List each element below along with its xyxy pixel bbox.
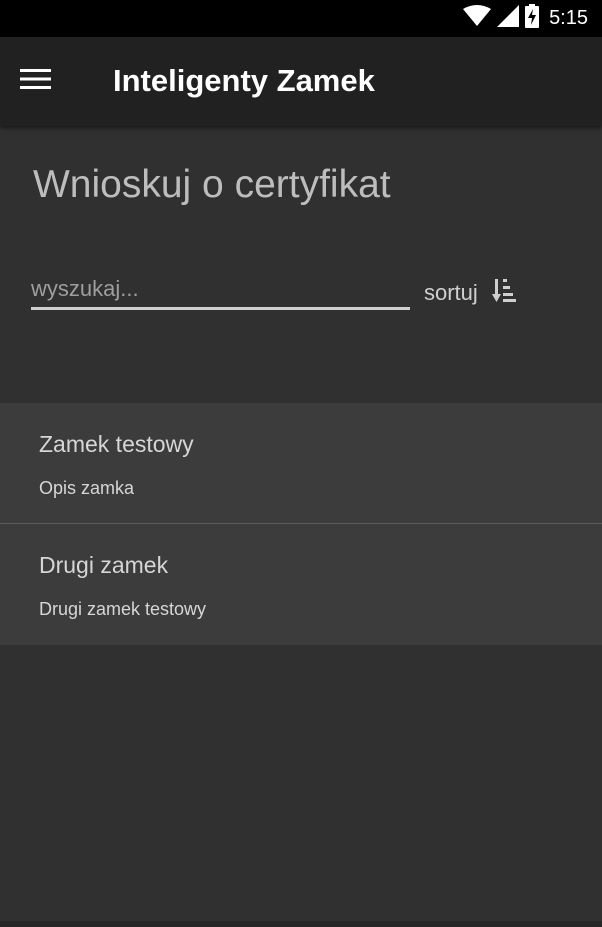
wifi-icon: [463, 5, 492, 32]
lock-name: Zamek testowy: [39, 431, 194, 457]
app-bar: Inteligenty Zamek: [0, 37, 602, 126]
screen: 5:15 Inteligenty Zamek Wnioskuj o certyf…: [0, 0, 602, 927]
status-bar: 5:15: [0, 0, 602, 37]
status-time: 5:15: [549, 7, 588, 29]
lock-name: Drugi zamek: [39, 552, 169, 578]
status-icons: 5:15: [463, 0, 588, 37]
sort-descending-icon: [491, 278, 516, 309]
lock-description: Opis zamka: [39, 478, 135, 498]
battery-charging-icon: [525, 4, 540, 33]
page-title: Wnioskuj o certyfikat: [33, 163, 391, 206]
sort-label: sortuj: [424, 280, 478, 305]
menu-button[interactable]: [20, 61, 68, 101]
search-field[interactable]: [31, 272, 410, 310]
bottom-divider: [0, 921, 602, 927]
hamburger-menu-icon: [20, 67, 52, 96]
sort-button[interactable]: sortuj: [424, 273, 516, 313]
list-item[interactable]: Drugi zamek Drugi zamek testowy: [0, 524, 602, 645]
lock-description: Drugi zamek testowy: [39, 599, 207, 619]
search-input[interactable]: [31, 272, 410, 306]
lock-list: Zamek testowy Opis zamka Drugi zamek Dru…: [0, 403, 602, 645]
cell-signal-icon: [497, 5, 520, 32]
app-title: Inteligenty Zamek: [113, 63, 375, 98]
list-item[interactable]: Zamek testowy Opis zamka: [0, 403, 602, 524]
